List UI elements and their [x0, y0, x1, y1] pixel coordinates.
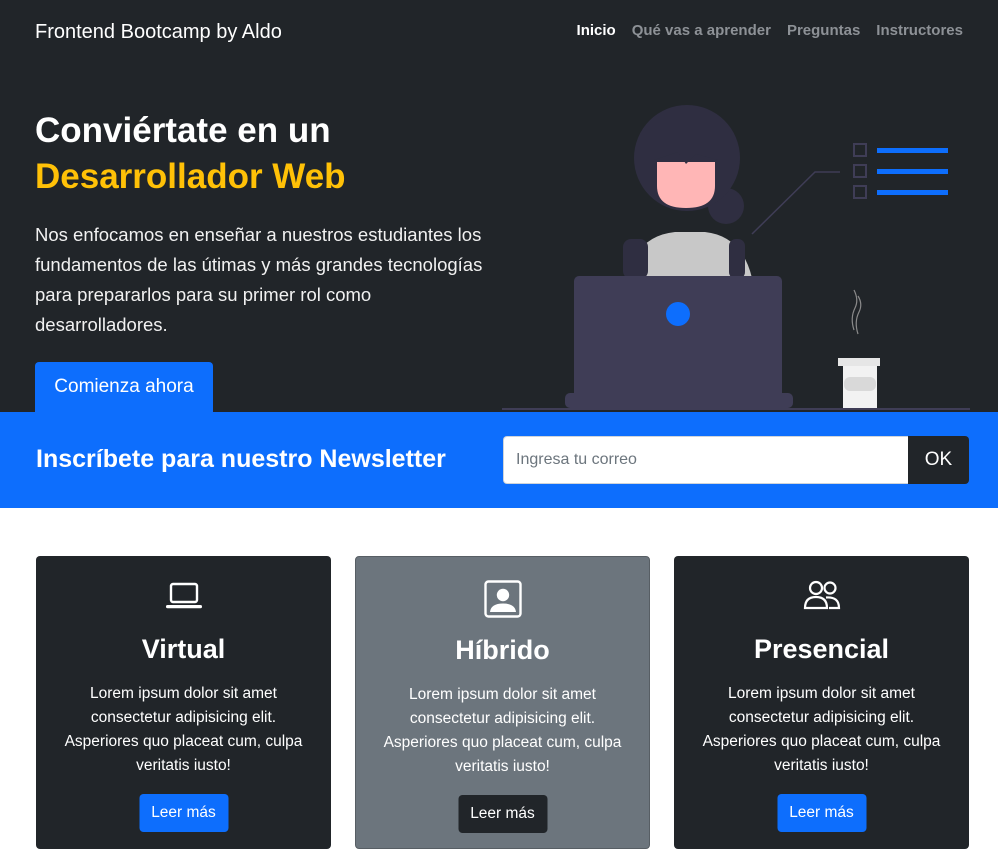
hero-description: Nos enfocamos en enseñar a nuestros estu… [35, 224, 483, 335]
email-input[interactable] [503, 436, 908, 484]
card-text: Lorem ipsum dolor sit amet consectetur a… [383, 686, 622, 775]
read-more-button[interactable]: Leer más [139, 794, 228, 832]
card-text: Lorem ipsum dolor sit amet consectetur a… [702, 685, 941, 774]
newsletter-form: OK [503, 436, 969, 484]
read-more-button[interactable]: Leer más [458, 795, 547, 833]
hero-section: Conviértate en un Desarrollador Web Nos … [0, 68, 998, 412]
navbar: Frontend Bootcamp by Aldo Inicio Qué vas… [0, 0, 998, 68]
nav-link-instructores[interactable]: Instructores [876, 22, 963, 39]
card-presencial: Presencial Lorem ipsum dolor sit amet co… [674, 556, 969, 849]
card-title: Híbrido [455, 635, 550, 665]
read-more-button[interactable]: Leer más [777, 794, 866, 832]
hero-title-highlight: Desarrollador Web [35, 157, 346, 196]
card-title: Virtual [141, 634, 226, 664]
newsletter-title: Inscríbete para nuestro Newsletter [36, 445, 446, 473]
card-hibrido: Híbrido Lorem ipsum dolor sit amet conse… [355, 556, 650, 849]
developer-illustration [502, 105, 970, 410]
subscribe-ok-button[interactable]: OK [908, 436, 969, 484]
brand-logo-text[interactable]: Frontend Bootcamp by Aldo [35, 21, 282, 44]
nav-links: Inicio Qué vas a aprender Preguntas Inst… [577, 22, 963, 39]
hero-title: Conviértate en un Desarrollador Web [35, 108, 346, 200]
people-icon [674, 578, 969, 618]
card-text: Lorem ipsum dolor sit amet consectetur a… [64, 685, 303, 774]
laptop-icon [36, 578, 331, 618]
start-now-button[interactable]: Comienza ahora [35, 362, 213, 412]
nav-link-inicio[interactable]: Inicio [577, 22, 616, 39]
newsletter-section: Inscríbete para nuestro Newsletter OK [0, 412, 998, 508]
card-title: Presencial [753, 634, 890, 664]
hero-title-line: Conviértate en un [35, 111, 331, 150]
card-virtual: Virtual Lorem ipsum dolor sit amet conse… [36, 556, 331, 849]
nav-link-que-vas-a-aprender[interactable]: Qué vas a aprender [632, 22, 771, 39]
nav-link-preguntas[interactable]: Preguntas [787, 22, 860, 39]
person-square-icon [356, 579, 649, 619]
